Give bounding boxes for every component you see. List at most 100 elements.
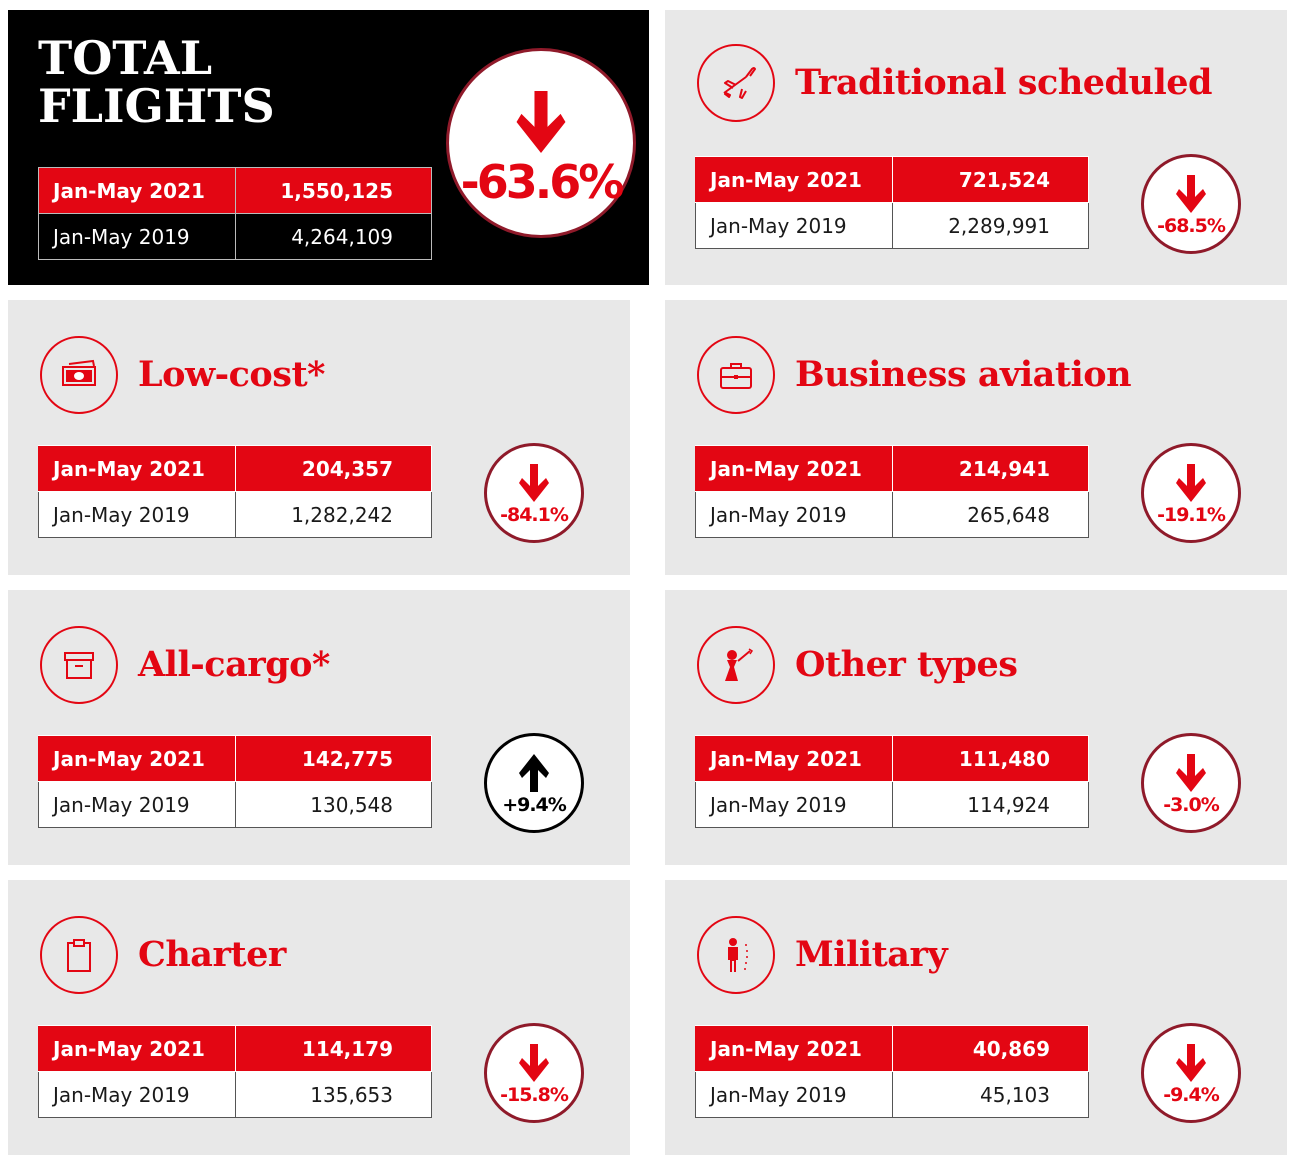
hot-air-balloon-icon — [725, 648, 754, 681]
previous-period-row: Jan-May 2019 45,103 — [695, 1071, 1089, 1118]
hot-air-balloon-icon-circle — [697, 626, 775, 704]
previous-period-label: Jan-May 2019 — [695, 781, 893, 828]
previous-period-value: 130,548 — [234, 781, 432, 828]
current-period-row: Jan-May 2021 40,869 — [695, 1025, 1089, 1072]
current-period-label: Jan-May 2021 — [38, 445, 236, 492]
category-title: Traditional scheduled — [795, 62, 1213, 103]
current-period-row: Jan-May 2021 114,179 — [38, 1025, 432, 1072]
briefcase-icon — [720, 363, 752, 389]
change-value: +9.4% — [502, 794, 567, 816]
current-period-label: Jan-May 2021 — [38, 1025, 236, 1072]
comparison-table: Jan-May 2021 114,179 Jan-May 2019 135,653 — [38, 1025, 432, 1118]
previous-period-value: 135,653 — [234, 1071, 432, 1118]
change-badge: -19.1% — [1141, 443, 1241, 543]
total-change-value: -63.6% — [460, 155, 625, 209]
previous-period-row: Jan-May 2019 114,924 — [695, 781, 1089, 828]
title-line-1: TOTAL — [38, 31, 213, 85]
comparison-table: Jan-May 2021 204,357 Jan-May 2019 1,282,242 — [38, 445, 432, 538]
previous-period-row: Jan-May 2019 130,548 — [38, 781, 432, 828]
category-title: Charter — [138, 934, 286, 975]
banknote-icon-circle — [40, 336, 118, 414]
soldier-icon-circle — [697, 916, 775, 994]
category-panel-charter: Charter Jan-May 2021 114,179 Jan-May 2019 13… — [8, 880, 630, 1155]
briefcase-icon-circle — [697, 336, 775, 414]
category-panel-all-cargo: All-cargo* Jan-May 2021 142,775 Jan-May 201… — [8, 590, 630, 865]
arrow-down-icon — [1176, 175, 1206, 213]
previous-period-value: 2,289,991 — [891, 202, 1089, 249]
previous-period-row: Jan-May 2019 4,264,109 — [38, 213, 432, 260]
category-title: Business aviation — [795, 354, 1132, 395]
category-title: Military — [795, 934, 948, 975]
change-value: -84.1% — [500, 504, 569, 526]
banknote-icon — [62, 359, 96, 386]
current-period-value: 40,869 — [891, 1025, 1089, 1072]
previous-period-row: Jan-May 2019 2,289,991 — [695, 202, 1089, 249]
current-period-value: 114,179 — [234, 1025, 432, 1072]
category-panel-low-cost: Low-cost* Jan-May 2021 204,357 Jan-May 2019… — [8, 300, 630, 575]
previous-period-label: Jan-May 2019 — [38, 1071, 236, 1118]
airplane-icon — [723, 67, 756, 99]
current-period-value: 142,775 — [234, 735, 432, 782]
category-panel-military: Military Jan-May 2021 40,869 Jan-May 2019 45… — [665, 880, 1287, 1155]
current-period-row: Jan-May 2021 214,941 — [695, 445, 1089, 492]
category-title: All-cargo* — [138, 644, 330, 685]
change-badge: +9.4% — [484, 733, 584, 833]
previous-period-label: Jan-May 2019 — [38, 781, 236, 828]
arrow-up-icon — [519, 754, 549, 792]
current-period-label: Jan-May 2021 — [38, 735, 236, 782]
current-period-row: Jan-May 2021 111,480 — [695, 735, 1089, 782]
arrow-down-icon — [1176, 754, 1206, 792]
previous-period-value: 1,282,242 — [234, 491, 432, 538]
current-period-row: Jan-May 2021 721,524 — [695, 156, 1089, 203]
previous-period-value: 114,924 — [891, 781, 1089, 828]
clipboard-icon-circle — [40, 916, 118, 994]
total-flights-panel: TOTAL FLIGHTS Jan-May 2021 1,550,125 Jan… — [8, 10, 649, 285]
box-icon — [64, 652, 94, 679]
change-value: -3.0% — [1163, 794, 1220, 816]
title-line-2: FLIGHTS — [38, 79, 275, 133]
current-period-value: 721,524 — [891, 156, 1089, 203]
change-badge: -9.4% — [1141, 1023, 1241, 1123]
change-badge: -84.1% — [484, 443, 584, 543]
current-period-label: Jan-May 2021 — [695, 1025, 893, 1072]
clipboard-icon — [67, 939, 91, 972]
comparison-table: Jan-May 2021 142,775 Jan-May 2019 130,548 — [38, 735, 432, 828]
comparison-table: Jan-May 2021 721,524 Jan-May 2019 2,289,991 — [695, 156, 1089, 249]
previous-period-value: 265,648 — [891, 491, 1089, 538]
current-period-label: Jan-May 2021 — [695, 735, 893, 782]
previous-period-row: Jan-May 2019 265,648 — [695, 491, 1089, 538]
current-period-label: Jan-May 2021 — [38, 167, 236, 214]
previous-period-value: 4,264,109 — [234, 213, 432, 260]
current-period-value: 111,480 — [891, 735, 1089, 782]
previous-period-label: Jan-May 2019 — [38, 213, 236, 260]
change-value: -68.5% — [1157, 215, 1226, 237]
airplane-icon-circle — [697, 44, 775, 122]
arrow-down-icon — [519, 464, 549, 502]
change-value: -15.8% — [500, 1084, 569, 1106]
current-period-label: Jan-May 2021 — [695, 445, 893, 492]
category-panel-business-aviation: Business aviation Jan-May 2021 214,941 Jan-… — [665, 300, 1287, 575]
total-comparison-table: Jan-May 2021 1,550,125 Jan-May 2019 4,26… — [38, 167, 432, 260]
previous-period-label: Jan-May 2019 — [38, 491, 236, 538]
current-period-label: Jan-May 2021 — [695, 156, 893, 203]
current-period-value: 214,941 — [891, 445, 1089, 492]
change-badge: -68.5% — [1141, 154, 1241, 254]
current-period-value: 204,357 — [234, 445, 432, 492]
arrow-down-icon — [516, 91, 566, 153]
comparison-table: Jan-May 2021 214,941 Jan-May 2019 265,648 — [695, 445, 1089, 538]
change-badge: -3.0% — [1141, 733, 1241, 833]
comparison-table: Jan-May 2021 40,869 Jan-May 2019 45,103 — [695, 1025, 1089, 1118]
category-panel-traditional-scheduled: Traditional scheduled Jan-May 2021 721,524… — [665, 10, 1287, 285]
category-panel-other-types: Other types Jan-May 2021 111,480 Jan-May 20… — [665, 590, 1287, 865]
current-period-row: Jan-May 2021 204,357 — [38, 445, 432, 492]
change-value: -19.1% — [1157, 504, 1226, 526]
change-value: -9.4% — [1163, 1084, 1220, 1106]
comparison-table: Jan-May 2021 111,480 Jan-May 2019 114,924 — [695, 735, 1089, 828]
previous-period-label: Jan-May 2019 — [695, 491, 893, 538]
soldier-icon — [728, 938, 748, 972]
box-icon-circle — [40, 626, 118, 704]
change-badge: -15.8% — [484, 1023, 584, 1123]
previous-period-label: Jan-May 2019 — [695, 1071, 893, 1118]
total-flights-title: TOTAL FLIGHTS — [38, 34, 275, 130]
previous-period-row: Jan-May 2019 1,282,242 — [38, 491, 432, 538]
